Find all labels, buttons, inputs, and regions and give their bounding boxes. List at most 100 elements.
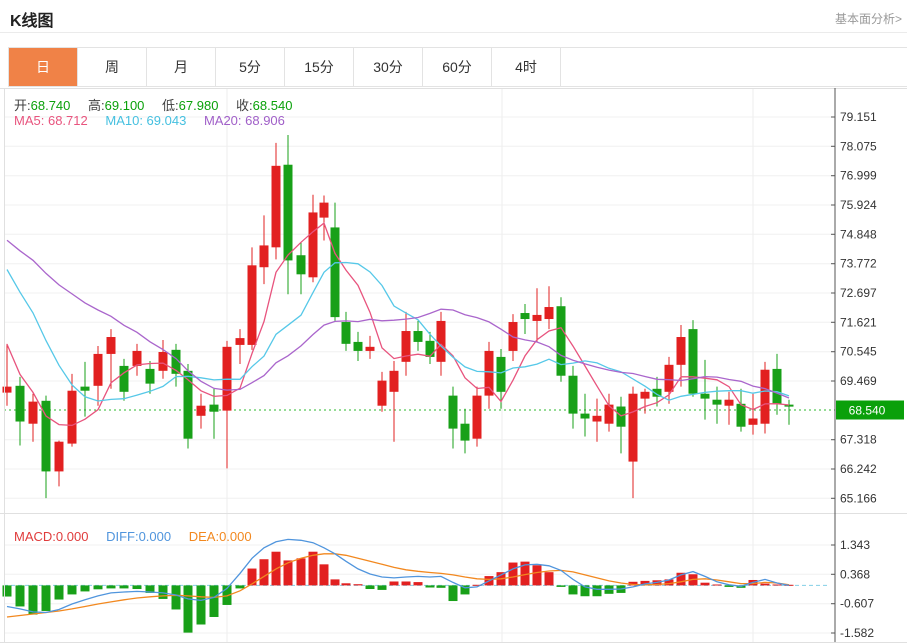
tab-30min[interactable]: 30分	[354, 48, 423, 86]
candle-down	[617, 407, 626, 427]
dea-value: 0.000	[219, 529, 252, 544]
open-value: 68.740	[31, 98, 71, 113]
candle-down	[426, 341, 435, 357]
macd-bar-positive	[297, 558, 306, 585]
macd-bar-positive	[342, 583, 351, 585]
ma10-value: 69.043	[147, 113, 187, 128]
candle-up	[197, 406, 206, 416]
candle-up	[390, 371, 399, 392]
macd-bar-negative	[94, 585, 103, 589]
macd-bar-positive	[533, 565, 542, 585]
tab-60min[interactable]: 60分	[423, 48, 492, 86]
ma20-label: MA20:	[204, 113, 245, 128]
macd-bar-positive	[331, 579, 340, 585]
axis-tick-label: 67.318	[840, 433, 877, 447]
candle-up	[366, 347, 375, 351]
tab-4hour[interactable]: 4时	[492, 48, 561, 86]
tab-5min[interactable]: 5分	[216, 48, 285, 86]
macd-bar-negative	[366, 585, 375, 589]
ma10-label: MA10:	[105, 113, 146, 128]
axis-tick-label: 74.848	[840, 227, 877, 241]
candle-up	[749, 419, 758, 425]
candle-up	[309, 212, 318, 277]
candle-up	[641, 392, 650, 399]
tab-15min[interactable]: 15分	[285, 48, 354, 86]
macd-bar-positive	[509, 563, 518, 586]
diff-label: DIFF:	[106, 529, 139, 544]
candle-down	[284, 165, 293, 261]
macd-bar-negative	[42, 585, 51, 611]
tab-day[interactable]: 日	[9, 48, 78, 86]
macd-bar-negative	[107, 585, 116, 588]
close-value: 68.540	[253, 98, 293, 113]
candle-down	[210, 405, 219, 412]
candle-up	[545, 307, 554, 319]
candle-down	[461, 424, 470, 441]
ohlc-readout: 开:68.740 高:69.100 低:67.980 收:68.540	[14, 95, 292, 114]
candle-up	[107, 337, 116, 354]
low-label: 低:	[162, 98, 179, 113]
title-divider	[0, 32, 907, 33]
axis-tick-label: 71.621	[840, 315, 877, 329]
macd-bar-negative	[378, 585, 387, 590]
macd-bar-positive	[414, 582, 423, 585]
macd-bar-positive	[320, 564, 329, 585]
low-value: 67.980	[179, 98, 219, 113]
candle-down	[689, 329, 698, 394]
axis-tick-label: 65.166	[840, 491, 877, 505]
macd-bar-positive	[390, 581, 399, 585]
axis-tick-label: 66.242	[840, 462, 877, 476]
macd-bar-negative	[3, 585, 12, 596]
candle-up	[629, 394, 638, 462]
candle-down	[331, 227, 340, 317]
ma5-value: 68.712	[48, 113, 88, 128]
ma20-value: 68.906	[245, 113, 285, 128]
macd-bar-negative	[184, 585, 193, 632]
macd-bar-negative	[172, 585, 181, 609]
macd-bar-negative	[593, 585, 602, 596]
tab-week[interactable]: 周	[78, 48, 147, 86]
price-axis: 79.15178.07576.99975.92474.84873.77272.6…	[831, 88, 877, 642]
macd-bar-positive	[402, 581, 411, 585]
kline-chart-svg[interactable]: 79.15178.07576.99975.92474.84873.77272.6…	[0, 88, 907, 643]
candle-up	[665, 365, 674, 392]
ma5-label: MA5:	[14, 113, 48, 128]
diff-line	[7, 539, 789, 612]
fundamental-analysis-link[interactable]: 基本面分析>	[835, 10, 902, 27]
current-price-badge: 68.540	[836, 401, 904, 420]
tab-month[interactable]: 月	[147, 48, 216, 86]
candle-down	[297, 255, 306, 274]
candle-down	[184, 371, 193, 439]
candle-down	[581, 414, 590, 419]
macd-bar-negative	[449, 585, 458, 601]
macd-readout: MACD:0.000 DIFF:0.000 DEA:0.000	[14, 529, 252, 544]
candle-down	[449, 396, 458, 429]
candle-up	[29, 402, 38, 424]
candle-up	[605, 405, 614, 424]
candle-up	[159, 352, 168, 371]
badge-label: 68.540	[849, 404, 886, 418]
macd-bar-negative	[68, 585, 77, 594]
tabbar-filler	[561, 48, 907, 86]
axis-tick-label: -0.607	[840, 597, 874, 611]
macd-bar-positive	[354, 584, 363, 585]
candle-down	[773, 369, 782, 404]
macd-bar-negative	[133, 585, 142, 589]
axis-tick-label: 75.924	[840, 198, 877, 212]
high-label: 高:	[88, 98, 105, 113]
candle-up	[437, 321, 446, 362]
page-title: K线图	[10, 7, 54, 31]
candle-down	[713, 400, 722, 405]
candle-down	[701, 394, 710, 399]
macd-bar-negative	[197, 585, 206, 624]
candle-down	[557, 306, 566, 376]
candle-down	[354, 342, 363, 351]
macd-bar-negative	[569, 585, 578, 594]
candle-up	[260, 245, 269, 267]
macd-bar-positive	[761, 584, 770, 586]
candle-up	[236, 338, 245, 345]
axis-tick-label: 1.343	[840, 538, 870, 552]
grid-lines	[4, 89, 835, 642]
kline-page: K线图 基本面分析> 日 周 月 5分 15分 30分 60分 4时 79.15…	[0, 0, 907, 643]
macd-bar-positive	[713, 584, 722, 585]
